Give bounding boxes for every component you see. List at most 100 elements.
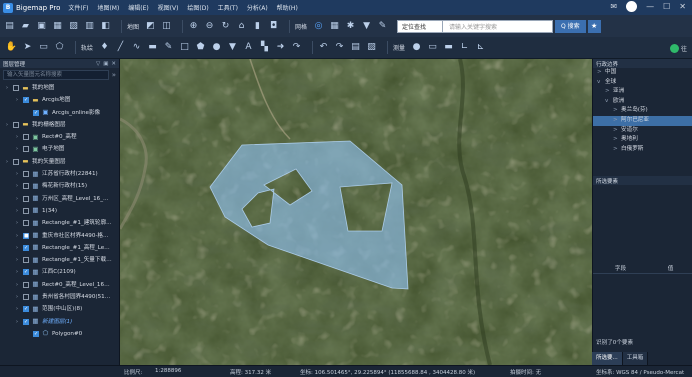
menu-draw[interactable]: 绘图(D) [187, 5, 208, 12]
admin-tree-item[interactable]: v 欧洲 [593, 97, 692, 107]
folder-icon[interactable]: ▰ [20, 21, 31, 32]
layer-checkbox[interactable]: ■ [23, 232, 29, 239]
layer-checkbox[interactable]: ✓ [23, 269, 29, 276]
admin-tree-item[interactable]: > 亚洲 [593, 87, 692, 97]
pin-icon[interactable]: ▣ [103, 61, 108, 67]
layer-checkbox[interactable] [13, 158, 19, 165]
area-icon[interactable]: ▬ [443, 42, 454, 53]
admin-tree-item[interactable]: > 白俄罗斯 [593, 145, 692, 155]
broom-icon[interactable]: ✎ [377, 21, 388, 32]
layer-checkbox[interactable] [13, 85, 19, 91]
screenshot-icon[interactable]: ◘ [268, 21, 279, 32]
layer-row[interactable]: › ✓ ▦ 范围(中山区)(8) [0, 303, 119, 315]
tree-arrow-icon[interactable]: > [605, 87, 610, 97]
triangle-icon[interactable]: ▼ [227, 42, 238, 53]
draw-label[interactable]: 轨绘 [81, 43, 93, 52]
clipboard-icon[interactable]: ▤ [350, 42, 361, 53]
layer-row[interactable]: › ▬ 我的栅格图层 [0, 119, 119, 131]
layer-checkbox[interactable]: ✓ [33, 109, 39, 116]
cut-icon[interactable]: ▚ [259, 42, 270, 53]
search-type-select[interactable]: 定位查找 [397, 19, 444, 33]
layer-row[interactable]: › ✓ ▬ Arcgis地图 [0, 94, 119, 106]
layer-checkbox[interactable]: ✓ [23, 97, 29, 104]
expand-arrow-icon[interactable]: › [14, 279, 20, 291]
layer-checkbox[interactable] [23, 183, 29, 190]
curved-arrow-icon[interactable]: ↷ [291, 42, 302, 53]
stats-icon[interactable]: ▮ [252, 21, 263, 32]
home-icon[interactable]: ⌂ [236, 21, 247, 32]
layer-row[interactable]: › ▦ 江苏省行政村(22841) [0, 168, 119, 180]
layer-row[interactable]: › ▣ Rect#0_高程 [0, 131, 119, 143]
expand-arrow-icon[interactable]: › [14, 143, 20, 155]
expand-arrow-icon[interactable]: › [4, 119, 10, 131]
image-tool-icon[interactable]: ▨ [366, 42, 377, 53]
grid-icon[interactable]: ▦ [52, 21, 63, 32]
layer-row[interactable]: › ■ ▦ 重庆市社区村界4490-格... [0, 230, 119, 242]
globe-icon[interactable]: ◎ [313, 21, 324, 32]
tab-toolbox[interactable]: 工具箱 [622, 352, 649, 365]
expand-arrow-icon[interactable]: › [14, 303, 20, 315]
file-icon[interactable]: ▤ [4, 21, 15, 32]
expand-arrow-icon[interactable]: › [14, 180, 20, 192]
save-icon[interactable]: ▣ [36, 21, 47, 32]
expand-arrow-icon[interactable]: › [14, 242, 20, 254]
expand-arrow-icon[interactable]: › [14, 291, 20, 303]
menu-map[interactable]: 地图(M) [97, 5, 119, 12]
menu-help[interactable]: 帮助(H) [277, 5, 298, 12]
height-icon[interactable]: ⊾ [475, 42, 486, 53]
tree-arrow-icon[interactable]: > [597, 68, 602, 78]
admin-tree-item[interactable]: > 中国 [593, 68, 692, 78]
gear-icon[interactable]: ✱ [345, 21, 356, 32]
expand-arrow-icon[interactable]: › [14, 266, 20, 278]
minimize-button[interactable]: — [646, 2, 654, 11]
layer-row[interactable]: › ✓ ▦ 新建图层(1) [0, 316, 119, 328]
expand-arrow-icon[interactable]: › [14, 131, 20, 143]
layer-add-icon[interactable]: ◫ [161, 21, 172, 32]
measure-label[interactable]: 测量 [393, 43, 405, 52]
layer-checkbox[interactable] [23, 146, 29, 153]
expand-arrow-icon[interactable]: › [14, 94, 20, 106]
image-icon[interactable]: ▨ [68, 21, 79, 32]
rectangle-icon[interactable]: ▬ [147, 42, 158, 53]
line-icon[interactable]: ╱ [115, 42, 126, 53]
marker-icon[interactable]: ♦ [99, 42, 110, 53]
pan-hand-icon[interactable]: ✋ [6, 42, 17, 53]
close-button[interactable]: ✕ [679, 2, 686, 11]
layer-row[interactable]: › ▣ 电子地图 [0, 143, 119, 155]
layer-checkbox[interactable] [23, 220, 29, 227]
layer-row[interactable]: › ▬ 我的地图 [0, 82, 119, 94]
select-polygon-icon[interactable]: ⬠ [54, 42, 65, 53]
layer-row[interactable]: › ▦ Rect#0_高程_Level_16_... [0, 279, 119, 291]
scale-select[interactable]: 1:288896 [155, 368, 181, 374]
admin-tree-item[interactable]: > 奥地利 [593, 135, 692, 145]
admin-tree-item[interactable]: > 安道尔 [593, 126, 692, 136]
select-arrow-icon[interactable]: ➤ [22, 42, 33, 53]
layer-row[interactable]: › ▦ 万州区_高程_Level_16_... [0, 193, 119, 205]
map-label[interactable]: 地图 [127, 22, 139, 31]
satellite-basemap[interactable] [120, 59, 592, 365]
search-button[interactable]: Q 搜索 [555, 19, 586, 33]
layer-checkbox[interactable] [23, 171, 29, 178]
table-icon[interactable]: ▥ [84, 21, 95, 32]
map-source-icon[interactable]: ◩ [145, 21, 156, 32]
admin-tree-item[interactable]: > 奥兰岛(芬) [593, 106, 692, 116]
admin-tree-item[interactable]: v 全球 [593, 78, 692, 88]
curve-icon[interactable]: ∿ [131, 42, 142, 53]
tree-arrow-icon[interactable]: > [613, 126, 618, 136]
zoom-in-icon[interactable]: ⊕ [188, 21, 199, 32]
pentagon-icon[interactable]: ⬟ [195, 42, 206, 53]
favorite-button[interactable]: ★ [587, 19, 601, 33]
layer-row[interactable]: ✓ ⬠ Polygon#0 [0, 328, 119, 340]
crs-readout[interactable]: 坐标系: WGS 84 / Pseudo-Mercat [596, 368, 684, 376]
filter-icon[interactable]: ▽ [96, 61, 100, 67]
layer-row[interactable]: › ▦ 贵州省各村园界4490(51)... [0, 291, 119, 303]
close-panel-icon[interactable]: ✕ [111, 61, 116, 67]
expand-arrow-icon[interactable]: › [14, 254, 20, 266]
layer-checkbox[interactable]: ✓ [23, 244, 29, 251]
circle-icon[interactable]: ● [211, 42, 222, 53]
menu-tools[interactable]: 工具(T) [218, 5, 238, 12]
user-pin-icon[interactable]: ● [411, 42, 422, 53]
select-box-icon[interactable]: ▭ [38, 42, 49, 53]
tree-arrow-icon[interactable]: > [613, 116, 618, 126]
admin-tree-item[interactable]: > 阿尔巴尼亚 [593, 115, 692, 126]
